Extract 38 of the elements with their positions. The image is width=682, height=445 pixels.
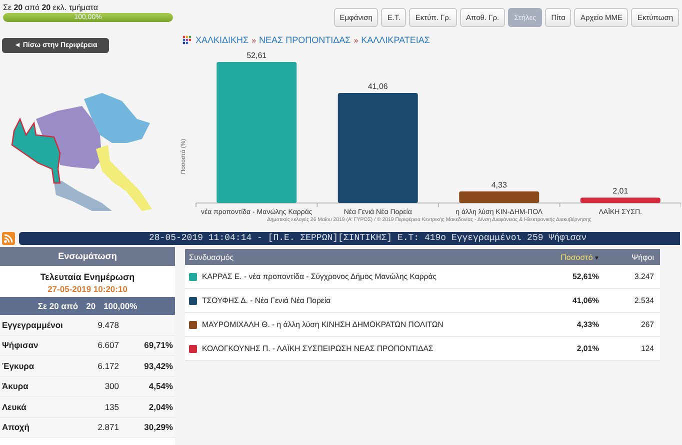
bar-value-label: 4,33 xyxy=(492,180,508,190)
counted-summary-text: 100,00% xyxy=(104,301,138,311)
stat-percent: 30,29% xyxy=(143,422,173,432)
stat-percent: 69,71% xyxy=(143,340,173,350)
stat-label: Άκυρα xyxy=(1,381,30,392)
stat-value: 2.871 xyxy=(96,422,119,432)
news-ticker: 28-05-2019 11:04:14 - [Π.Ε. ΣΕΡΡΩΝ][ΣΙΝΤΙΚΗΣ] Ε.Τ: 419ο Εγγεγραμμένοι 259 Ψήφισαν xyxy=(19,232,680,245)
stat-label: Λευκά xyxy=(1,402,28,412)
column-header[interactable]: Συνδυασμός xyxy=(185,252,529,262)
stat-label: Εγγεγραμμένοι xyxy=(1,320,64,330)
column-header[interactable]: Ψήφοι xyxy=(599,252,660,262)
counted-summary-text: Σε 20 από xyxy=(38,301,78,311)
bar-value-label: 2,01 xyxy=(613,186,629,196)
counted-stations-text: Σε 20 από 20 εκλ. τμήματα xyxy=(3,3,99,12)
dot-grid-icon xyxy=(182,35,192,45)
stat-label: Αποχή xyxy=(1,422,30,432)
stat-label: Ψήφισαν xyxy=(1,340,40,350)
counted-summary-text: 20 xyxy=(86,301,96,311)
bar-value-label: 41,06 xyxy=(368,82,388,91)
panel-header: Ενσωμάτωση xyxy=(0,247,175,266)
breadcrumb-separator: » xyxy=(354,36,358,44)
last-update-time: 27-05-2019 10:20:10 xyxy=(46,283,128,296)
breadcrumb-link[interactable]: ΧΑΛΚΙΔΙΚΗΣ xyxy=(195,35,249,45)
stat-percent: 93,42% xyxy=(143,360,173,371)
bar-value-label: 52,61 xyxy=(247,51,268,60)
breadcrumb-link[interactable]: ΝΕΑΣ ΠΡΟΠΟΝΤΙΔΑΣ xyxy=(259,35,351,45)
stat-value: 135 xyxy=(104,402,119,412)
last-update-label: Τελευταία Ενημέρωση xyxy=(39,271,136,282)
stat-value: 6.607 xyxy=(96,340,119,350)
stat-label: Έγκυρα xyxy=(1,360,36,371)
stat-value: 6.172 xyxy=(96,360,119,371)
rss-icon[interactable] xyxy=(2,232,15,245)
stat-value: 9.478 xyxy=(96,320,119,330)
stat-percent: 4,54% xyxy=(148,381,173,392)
stat-value: 300 xyxy=(104,381,119,392)
breadcrumb-link[interactable]: ΚΑΛΛΙΚΡΑΤΕΙΑΣ xyxy=(361,35,430,45)
stat-percent: 2,04% xyxy=(148,402,173,412)
breadcrumb-separator: » xyxy=(252,36,256,44)
